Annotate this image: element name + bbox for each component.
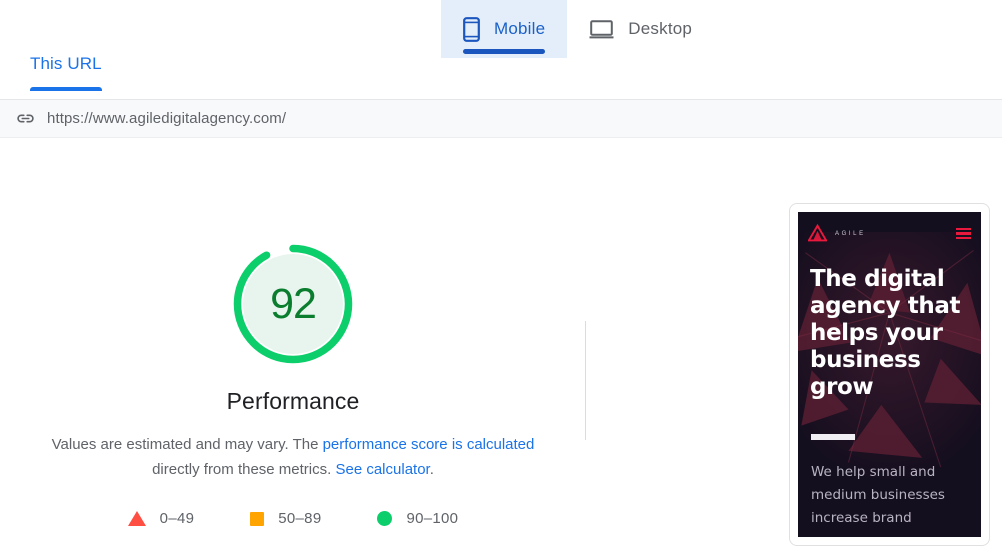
triangle-icon — [127, 511, 146, 526]
score-legend: 0–49 50–89 90–100 — [127, 510, 459, 527]
legend-label-poor: 0–49 — [159, 510, 195, 527]
analyzed-url-text: https://www.agiledigitalagency.com/ — [47, 110, 287, 127]
circle-icon — [377, 511, 393, 526]
url-tab-bar: This URL — [0, 48, 1002, 93]
performance-score-panel: 92 Performance Values are estimated and … — [0, 150, 586, 550]
hamburger-menu-icon — [956, 227, 971, 240]
legend-label-good: 90–100 — [406, 510, 459, 527]
thumbnail-divider-bar — [811, 434, 855, 440]
performance-score-calculated-link[interactable]: performance score is calculated — [323, 436, 535, 453]
agile-logo: AGILE — [808, 224, 866, 243]
gauge-score-value: 92 — [270, 279, 317, 328]
desktop-monitor-icon — [589, 19, 614, 40]
page-screenshot-card: AGILE The digital agency that helps your… — [789, 203, 990, 546]
performance-gauge: 92 — [231, 242, 355, 366]
agile-wordmark: AGILE — [835, 230, 866, 237]
metric-title: Performance — [226, 388, 360, 414]
desc-line2-suffix: . — [429, 461, 434, 478]
mobile-phone-icon — [463, 16, 480, 42]
analyzed-url-bar: https://www.agiledigitalagency.com/ — [0, 99, 1002, 138]
see-calculator-link[interactable]: See calculator — [335, 461, 429, 478]
desc-line1-prefix: Values are estimated and may vary. The — [51, 436, 323, 453]
tab-this-url-label: This URL — [30, 54, 102, 73]
thumbnail-heading: The digital agency that helps your busin… — [810, 266, 961, 400]
tab-desktop-label: Desktop — [628, 19, 693, 38]
tab-mobile-label: Mobile — [494, 19, 546, 38]
legend-item-poor: 0–49 — [127, 510, 195, 527]
link-chain-icon — [16, 109, 35, 128]
score-description: Values are estimated and may vary. The p… — [23, 432, 563, 482]
tab-this-url[interactable]: This URL — [14, 48, 118, 92]
legend-label-average: 50–89 — [278, 510, 322, 527]
tab-this-url-indicator — [30, 87, 102, 91]
page-screenshot-thumbnail: AGILE The digital agency that helps your… — [798, 212, 981, 537]
thumbnail-header: AGILE — [808, 224, 971, 243]
pagespeed-results-page: Mobile Desktop This URL https://www.agil… — [0, 0, 1002, 553]
vertical-divider — [585, 321, 586, 440]
agile-mark-icon — [808, 224, 827, 242]
thumbnail-body-text: We help small and medium businesses incr… — [811, 464, 945, 526]
square-icon — [250, 511, 265, 526]
desc-line2-prefix: directly from these metrics. — [152, 461, 336, 478]
legend-item-good: 90–100 — [377, 510, 458, 527]
legend-item-average: 50–89 — [250, 510, 321, 527]
